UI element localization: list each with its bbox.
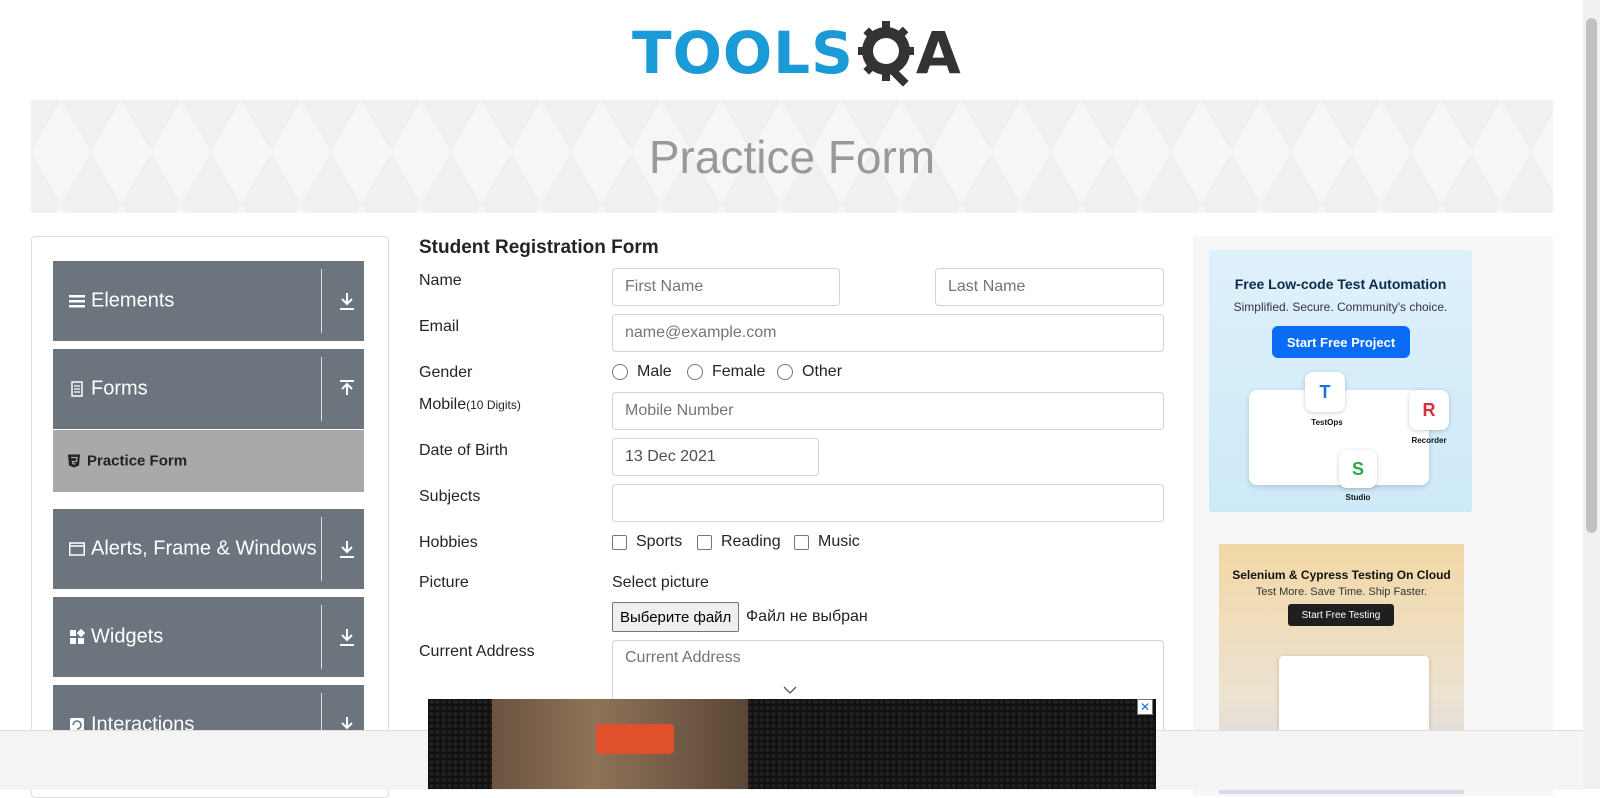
scrollbar-thumb[interactable] [1586,18,1597,533]
divider [321,357,322,421]
download-arrow-icon [340,541,354,558]
name-label: Name [419,272,462,289]
widgets-icon [70,629,85,644]
divider [321,517,322,581]
hobby-option-label: Music [818,533,860,550]
ad-title: Free Low-code Test Automation [1234,276,1447,292]
file-status-text: Файл не выбран [746,608,868,625]
hobby-music-checkbox[interactable]: Music [794,533,860,551]
radio-circle[interactable] [777,364,793,380]
logo-a-text: A [915,19,961,87]
first-name-input[interactable] [612,268,840,306]
choose-file-button[interactable]: Выберите файл [612,602,740,632]
sidebar-group-alerts[interactable]: Alerts, Frame & Windows [53,509,364,589]
date-of-birth-input[interactable] [612,438,819,476]
gender-option-label: Female [712,363,766,380]
current-address-label: Current Address [419,643,535,660]
logo-qa: A [856,15,961,91]
download-arrow-icon [340,629,354,646]
sidebar-group-forms[interactable]: Forms [53,349,364,429]
subjects-input[interactable] [612,484,1164,522]
toolsqa-logo[interactable]: TOOLS A [632,14,961,92]
document-icon [71,381,83,397]
recorder-icon: R [1409,390,1449,430]
ad-subtitle: Simplified. Secure. Community's choice. [1233,300,1448,314]
sidebar-group-label: Elements [91,289,175,312]
ad-label-recorder: Recorder [1411,436,1447,445]
sidebar-group-widgets[interactable]: Widgets [53,597,364,677]
close-icon[interactable]: ✕ [1137,699,1153,715]
checkbox-box[interactable] [697,534,712,550]
select-picture-caption: Select picture [612,574,709,591]
ad-low-code-automation[interactable]: Free Low-code Test Automation Simplified… [1209,250,1472,512]
gender-female-radio[interactable]: Female [687,363,765,381]
bottom-banner-ad[interactable] [428,699,1156,789]
studio-icon: S [1339,450,1377,488]
gender-other-radio[interactable]: Other [777,363,842,381]
gender-male-radio[interactable]: Male [612,363,672,381]
picture-label: Picture [419,574,469,591]
page-title: Practice Form [648,130,936,183]
start-free-testing-button[interactable]: Start Free Testing [1288,604,1394,626]
mobile-hint: (10 Digits) [466,398,521,412]
mobile-input[interactable] [612,392,1164,430]
logo-tools-text: TOOLS [632,19,854,87]
hobby-sports-checkbox[interactable]: Sports [612,533,682,551]
hobby-reading-checkbox[interactable]: Reading [697,533,781,551]
divider [321,269,322,333]
menu-icon [69,295,85,308]
window-icon [69,542,85,556]
gender-option-label: Male [637,363,672,380]
sidebar-item-practice-form[interactable]: Practice Form [53,430,364,492]
email-input[interactable] [612,314,1164,352]
checkbox-box[interactable] [612,534,627,550]
gender-option-label: Other [802,363,843,380]
hobby-option-label: Reading [721,533,781,550]
hobby-option-label: Sports [636,533,683,550]
download-arrow-icon [340,293,354,310]
html5-icon [68,454,80,468]
mobile-label-text: Mobile [419,396,467,413]
radio-circle[interactable] [687,364,703,380]
mobile-label: Mobile(10 Digits) [419,396,521,414]
upload-arrow-icon [340,380,354,395]
form-title: Student Registration Form [419,237,659,258]
last-name-input[interactable] [935,268,1164,306]
ad-label-studio: Studio [1345,493,1371,502]
page-banner: Practice Form [31,100,1553,213]
sidebar-group-elements[interactable]: Elements [53,261,364,341]
testops-icon: T [1305,372,1345,412]
checkbox-box[interactable] [794,534,809,550]
subjects-label: Subjects [419,488,481,505]
sidebar-group-label: Forms [91,377,148,400]
gear-magnifier-icon [857,21,914,87]
gender-label: Gender [419,364,473,381]
ad-photo-sofa [596,724,674,754]
divider [321,605,322,669]
ad-subtitle: Test More. Save Time. Ship Faster. [1255,586,1428,598]
radio-circle[interactable] [612,364,628,380]
sidebar-item-label: Practice Form [87,452,188,470]
dob-label: Date of Birth [419,442,508,459]
sidebar-group-label: Widgets [91,625,164,648]
chevron-down-icon [783,686,797,694]
sidebar-group-label: Alerts, Frame & Windows [91,537,317,560]
hobbies-label: Hobbies [419,534,478,551]
email-label: Email [419,318,460,335]
start-free-project-button[interactable]: Start Free Project [1272,326,1410,358]
ad-title: Selenium & Cypress Testing On Cloud [1232,568,1451,582]
ad-label-testops: TestOps [1311,418,1343,427]
